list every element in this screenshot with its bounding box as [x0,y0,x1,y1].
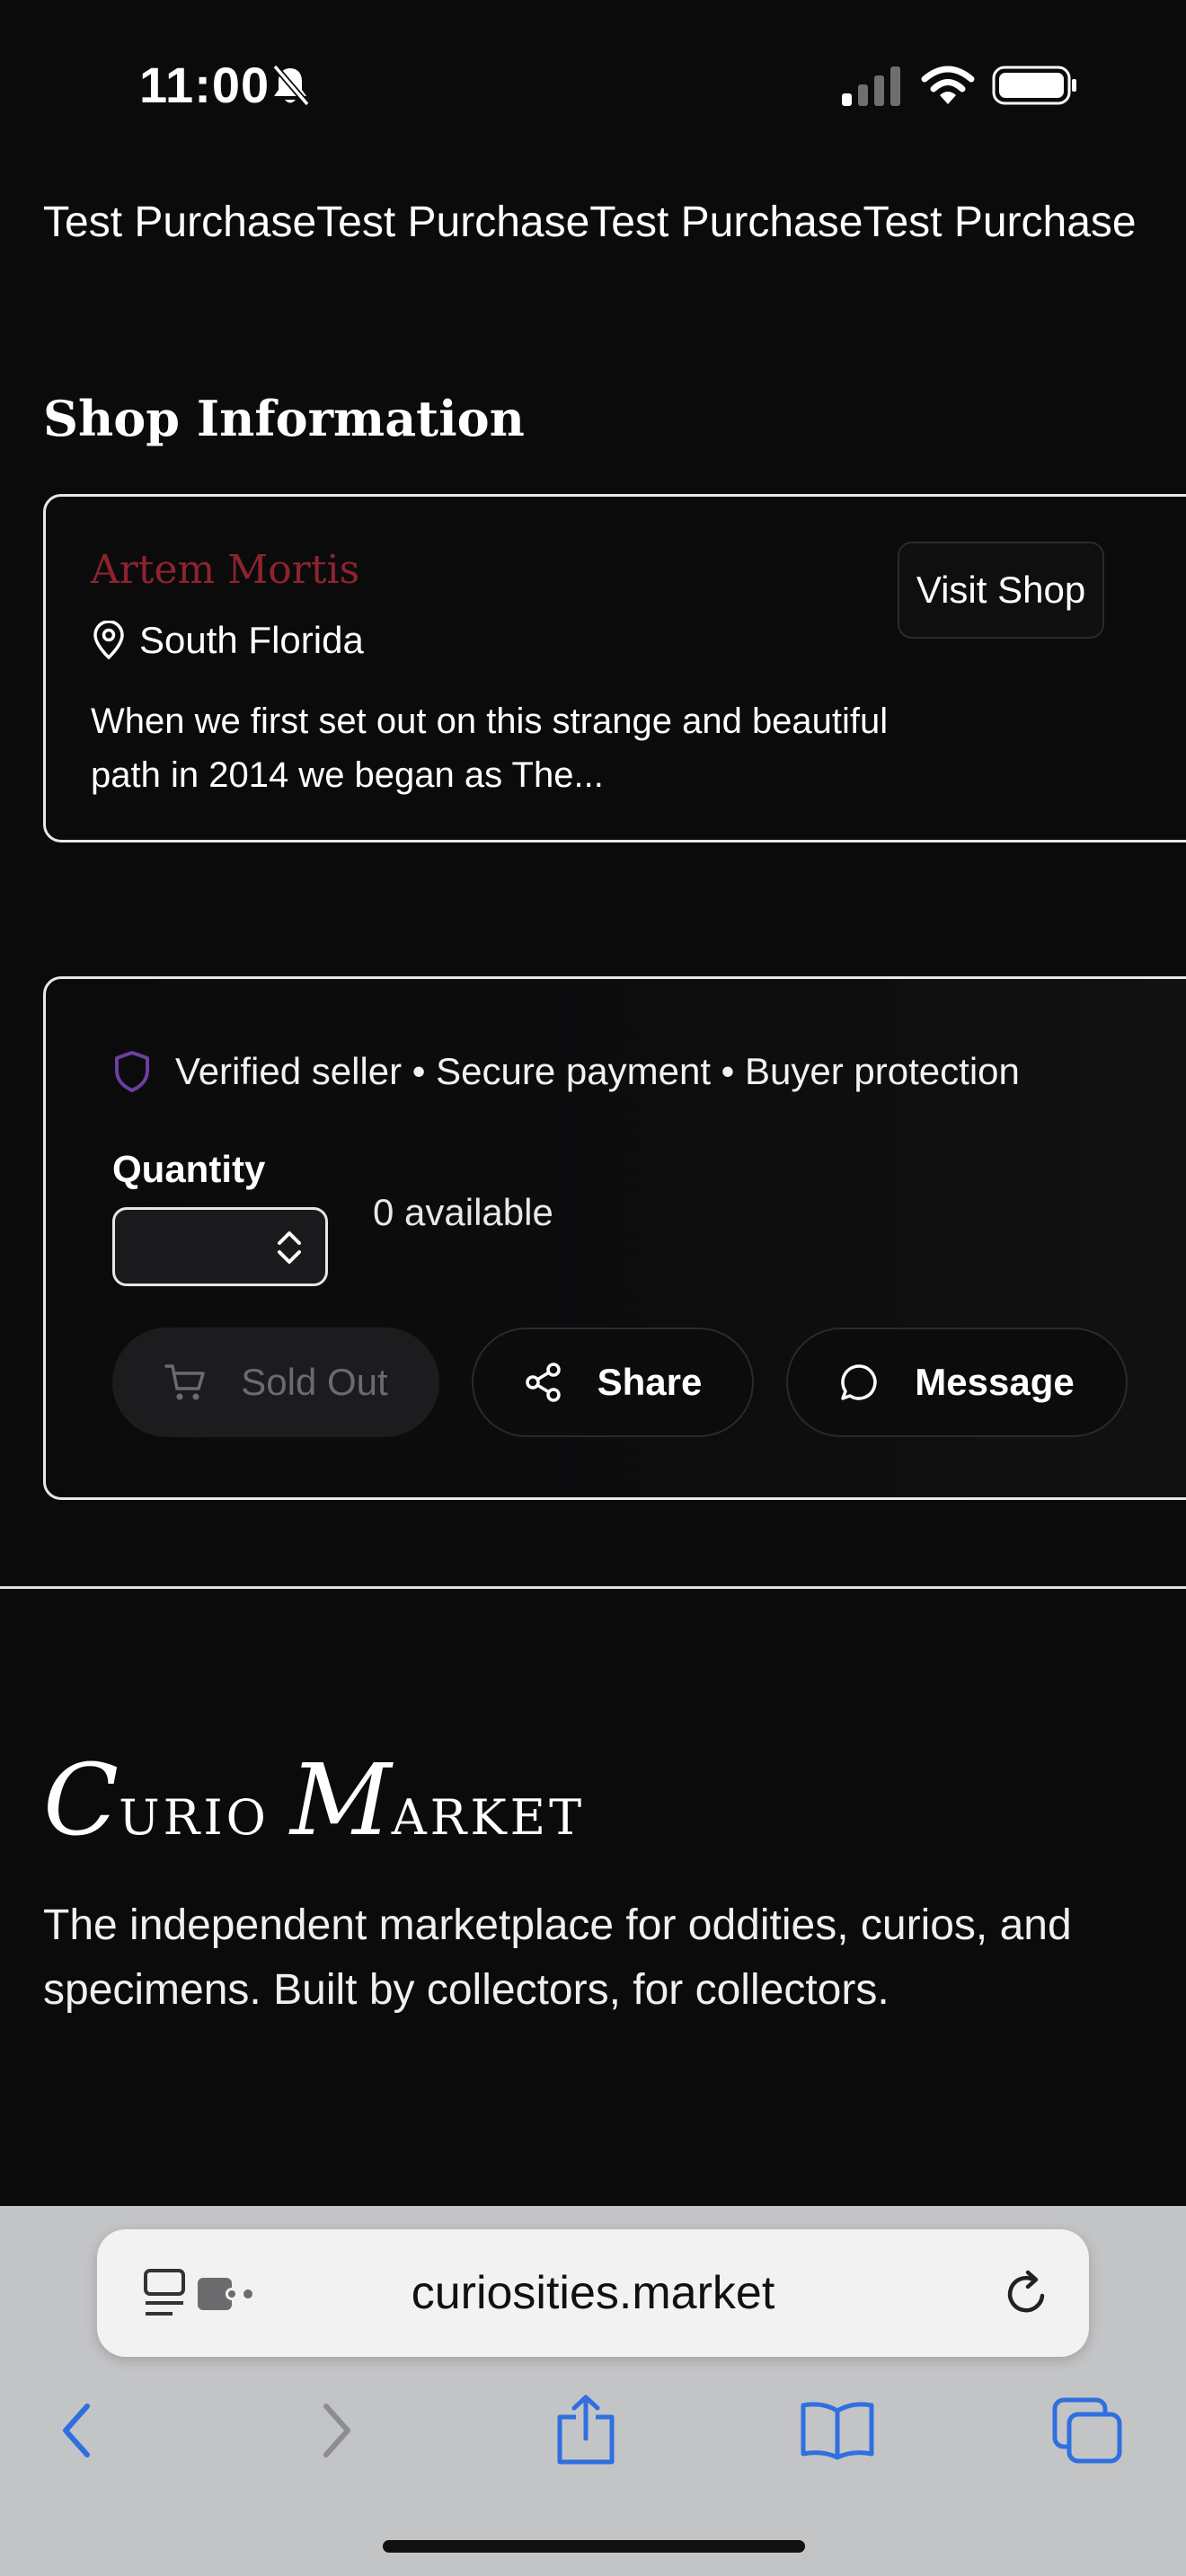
message-button[interactable]: Message [786,1328,1128,1437]
share-label: Share [597,1361,703,1403]
share-button[interactable]: Share [472,1328,754,1437]
status-time: 11:00 [139,57,270,113]
shop-info-heading: Shop Information [43,390,525,447]
shop-location: South Florida [91,619,364,662]
battery-icon [992,66,1076,105]
forward-icon [323,2404,350,2457]
quantity-select[interactable] [112,1207,328,1286]
shop-description: When we first set out on this strange an… [91,701,889,795]
available-count: 0 available [373,1191,553,1233]
cellular-signal-icon [842,66,900,106]
trust-text: Verified seller • Secure payment • Buyer… [175,1050,1020,1092]
visit-shop-button[interactable]: Visit Shop [898,542,1104,639]
shop-name[interactable]: Artem Mortis [91,547,359,593]
trust-badges: Verified seller • Secure payment • Buyer… [112,1049,1020,1094]
chat-bubble-icon [841,1364,877,1400]
browser-toolbar: curiosities.market [0,2206,1186,2576]
map-pin-icon [93,621,124,660]
back-button[interactable] [32,2386,122,2475]
wifi-icon [921,66,975,104]
home-indicator [383,2540,805,2553]
product-title: Test PurchaseTest PurchaseTest PurchaseT… [43,198,1137,246]
tabs-icon [1052,2397,1122,2464]
cart-icon [164,1364,206,1400]
share-nodes-icon [525,1363,561,1402]
message-label: Message [915,1361,1075,1403]
status-bar: 11:00 [0,0,1186,171]
purchase-card: Verified seller • Secure payment • Buyer… [43,976,1186,1500]
share-page-button[interactable] [541,2386,631,2475]
reload-icon[interactable] [1001,2267,1053,2321]
sold-out-label: Sold Out [241,1361,388,1403]
share-icon [557,2395,615,2465]
shield-icon [115,1051,149,1092]
browser-nav-row [0,2386,1186,2475]
bookmarks-button[interactable] [792,2386,882,2475]
curio-market-logo[interactable]: CURIO MARKET [43,1742,585,1857]
shop-card: Artem Mortis South Florida When we first… [43,494,1186,842]
chevron-updown-icon [278,1231,301,1264]
forward-button[interactable] [291,2386,381,2475]
shop-location-text: South Florida [139,619,364,661]
quantity-label: Quantity [112,1148,266,1190]
tabs-button[interactable] [1042,2386,1132,2475]
address-bar[interactable]: curiosities.market [97,2229,1089,2357]
bell-slash-icon [272,64,310,107]
sold-out-button[interactable]: Sold Out [112,1328,439,1437]
brand-tagline: The independent marketplace for oddities… [43,1901,1072,2014]
url-text: curiosities.market [411,2267,775,2319]
back-icon [63,2404,90,2457]
footer-divider [0,1586,1186,1589]
bookmarks-icon [801,2402,874,2460]
